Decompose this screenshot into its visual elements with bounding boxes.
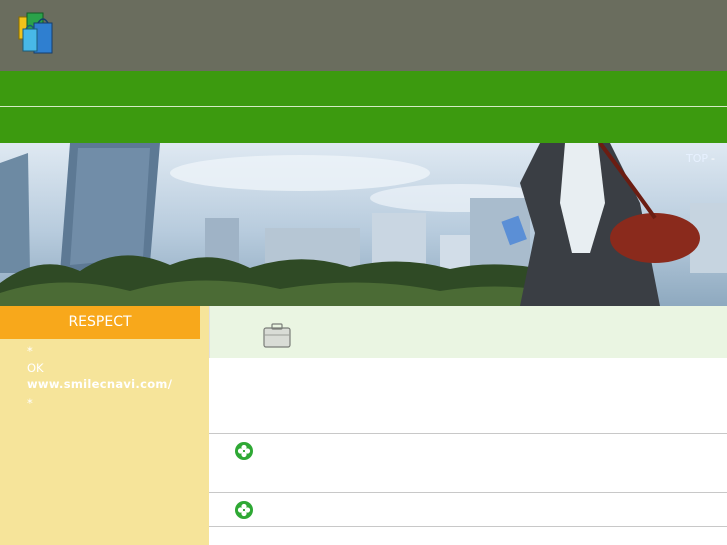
clover-icon [235,442,253,460]
city-businesswoman-photo [0,143,727,306]
main-content [209,306,727,545]
sidebar-item-1-url[interactable]: www.smilecnavi.com/ [27,376,206,393]
site-header [0,0,727,71]
section-divider-2 [209,492,727,493]
clover-icon [235,501,253,519]
nav-item-8[interactable] [291,107,436,142]
nav-item-10[interactable] [582,107,727,142]
sidebar-item-1: * [27,343,206,360]
nav-item-2[interactable] [145,71,290,106]
briefcase-icon [263,323,291,348]
sidebar-heading: RESPECT [0,306,200,339]
nav-item-9[interactable] [436,107,581,142]
main-navigation [0,71,727,143]
breadcrumb-top-link[interactable]: TOP [686,152,708,165]
breadcrumb-separator: - [711,152,715,165]
nav-item-4[interactable] [436,71,581,106]
nav-item-3[interactable] [291,71,436,106]
sidebar-item-1-body: OK [27,360,44,375]
section-divider-1 [209,433,727,434]
sidebar-item-2: * [27,395,206,412]
breadcrumb: TOP - [686,152,718,165]
bullet-marker-2: * [27,395,33,410]
main-heading-bar [209,306,727,358]
nav-item-1[interactable] [0,71,145,106]
hero-banner: TOP - [0,143,727,306]
bullet-marker: * [27,344,33,358]
sidebar-content: * OK www.smilecnavi.com/ * [27,343,206,411]
shopping-bags-logo[interactable] [18,11,58,55]
nav-item-6[interactable] [0,107,145,142]
nav-row-2 [0,107,727,142]
nav-item-5[interactable] [582,71,727,106]
section-divider-3 [209,526,727,527]
sidebar: RESPECT * OK www.smilecnavi.com/ * [0,306,209,545]
nav-item-7[interactable] [145,107,290,142]
nav-row-1 [0,71,727,106]
